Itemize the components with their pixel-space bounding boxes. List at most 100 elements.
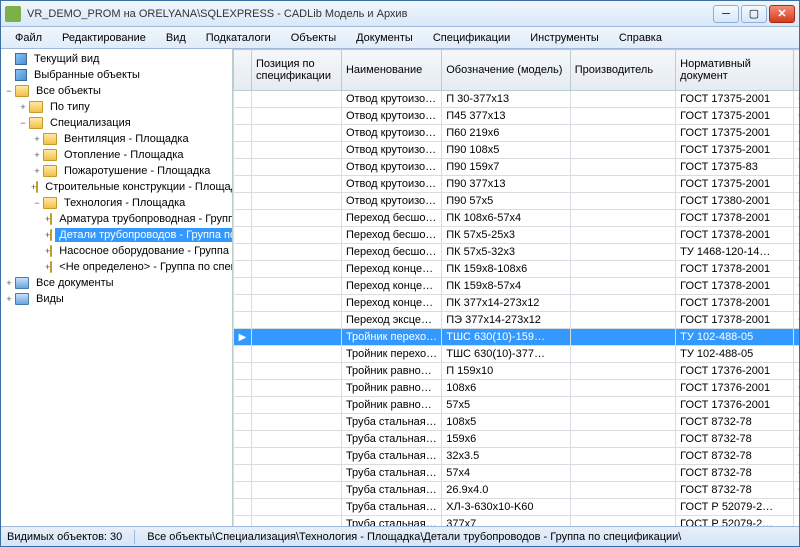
row-selector[interactable] bbox=[234, 108, 252, 125]
cell[interactable]: 09Г2С bbox=[794, 261, 799, 278]
cell[interactable]: ХЛ-3-630x10-K60 bbox=[442, 499, 571, 516]
cell[interactable]: 09Г2С bbox=[794, 312, 799, 329]
row-selector[interactable] bbox=[234, 295, 252, 312]
table-row[interactable]: Отвод крутоизо…П90 108x5ГОСТ 17375-20010… bbox=[234, 142, 800, 159]
cell[interactable]: ПК 377x14-273x12 bbox=[442, 295, 571, 312]
table-row[interactable]: Отвод крутоизо…П60 219x6ГОСТ 17375-20010… bbox=[234, 125, 800, 142]
table-row[interactable]: Отвод крутоизо…П90 377x13ГОСТ 17375-2001… bbox=[234, 176, 800, 193]
data-grid[interactable]: Позиция по спецификации Наименование Обо… bbox=[233, 49, 799, 526]
cell[interactable]: Тройник равноп… bbox=[341, 380, 441, 397]
row-selector[interactable] bbox=[234, 210, 252, 227]
cell[interactable]: 32x3.5 bbox=[442, 448, 571, 465]
cell[interactable] bbox=[570, 125, 675, 142]
cell[interactable]: ГОСТ 17378-2001 bbox=[676, 312, 794, 329]
menu-edit[interactable]: Редактирование bbox=[54, 29, 154, 47]
tree-expander[interactable]: + bbox=[31, 134, 43, 144]
cell[interactable]: 09Г2С bbox=[794, 227, 799, 244]
table-row[interactable]: Тройник перехо…ТШС 630(10)-377…ТУ 102-48… bbox=[234, 346, 800, 363]
cell[interactable]: Переход конце… bbox=[341, 278, 441, 295]
cell[interactable]: Переход эксце… bbox=[341, 312, 441, 329]
cell[interactable]: ГОСТ 17375-2001 bbox=[676, 108, 794, 125]
row-selector[interactable] bbox=[234, 244, 252, 261]
cell[interactable]: Тройник перехо… bbox=[341, 329, 441, 346]
cell[interactable]: ГОСТ Р 52079-2… bbox=[676, 499, 794, 516]
cell[interactable]: ПК 108x6-57x4 bbox=[442, 210, 571, 227]
cell[interactable]: Отвод крутоизо… bbox=[341, 176, 441, 193]
cell[interactable]: П45 377x13 bbox=[442, 108, 571, 125]
row-selector[interactable] bbox=[234, 431, 252, 448]
cell[interactable] bbox=[570, 244, 675, 261]
cell[interactable]: ТШС 630(10)-377… bbox=[442, 346, 571, 363]
close-button[interactable]: ✕ bbox=[769, 5, 795, 23]
cell[interactable]: 57x5 bbox=[442, 397, 571, 414]
cell[interactable] bbox=[570, 261, 675, 278]
cell[interactable]: ГОСТ 17378-2001 bbox=[676, 210, 794, 227]
table-row[interactable]: Отвод крутоизо…П90 57x5ГОСТ 17380-200109… bbox=[234, 193, 800, 210]
cell[interactable]: Переход бесшо… bbox=[341, 210, 441, 227]
table-row[interactable]: Тройник равноп…57x5ГОСТ 17376-200109Г2СГ… bbox=[234, 397, 800, 414]
row-selector[interactable] bbox=[234, 159, 252, 176]
cell[interactable]: Переход бесшо… bbox=[341, 244, 441, 261]
cell[interactable]: ГОСТ 17380-2001 bbox=[676, 193, 794, 210]
tree-item-struct[interactable]: Строительные конструкции - Площадка bbox=[41, 180, 233, 194]
cell[interactable]: 377x7 bbox=[442, 516, 571, 527]
cell[interactable]: П90 108x5 bbox=[442, 142, 571, 159]
cell[interactable]: ГОСТ 8732-78 bbox=[676, 431, 794, 448]
cell[interactable]: Отвод крутоизо… bbox=[341, 91, 441, 108]
row-selector[interactable] bbox=[234, 278, 252, 295]
row-selector[interactable] bbox=[234, 91, 252, 108]
row-selector[interactable] bbox=[234, 465, 252, 482]
menu-help[interactable]: Справка bbox=[611, 29, 670, 47]
column-norm-doc[interactable]: Нормативный документ bbox=[676, 50, 794, 91]
cell[interactable]: 26.9x4.0 bbox=[442, 482, 571, 499]
cell[interactable]: 10Г2СФБ bbox=[794, 346, 799, 363]
table-row[interactable]: Отвод крутоизо…П45 377x13ГОСТ 17375-2001… bbox=[234, 108, 800, 125]
cell[interactable] bbox=[251, 312, 341, 329]
cell[interactable] bbox=[251, 91, 341, 108]
cell[interactable] bbox=[251, 278, 341, 295]
cell[interactable]: Отвод крутоизо… bbox=[341, 142, 441, 159]
cell[interactable]: ГОСТ 17376-2001 bbox=[676, 397, 794, 414]
cell[interactable]: ПК 57x5-25x3 bbox=[442, 227, 571, 244]
cell[interactable] bbox=[570, 516, 675, 527]
tree-item-selected[interactable]: Выбранные объекты bbox=[30, 68, 144, 82]
cell[interactable]: П90 377x13 bbox=[442, 176, 571, 193]
cell[interactable]: Отвод крутоизо… bbox=[341, 125, 441, 142]
cell[interactable] bbox=[251, 125, 341, 142]
cell[interactable]: ГОСТ 17375-2001 bbox=[676, 142, 794, 159]
cell[interactable]: 09Г2С bbox=[794, 244, 799, 261]
table-row[interactable]: Труба стальная …108x5ГОСТ 8732-7809Г2СГО… bbox=[234, 414, 800, 431]
cell[interactable]: ТУ 102-488-05 bbox=[676, 329, 794, 346]
cell[interactable]: ГОСТ 17378-2001 bbox=[676, 261, 794, 278]
cell[interactable] bbox=[570, 176, 675, 193]
cell[interactable] bbox=[251, 142, 341, 159]
cell[interactable] bbox=[570, 193, 675, 210]
menu-tools[interactable]: Инструменты bbox=[522, 29, 607, 47]
row-selector[interactable] bbox=[234, 516, 252, 527]
cell[interactable] bbox=[570, 363, 675, 380]
tree-item-pipe-details[interactable]: Детали трубопроводов - Группа по спец bbox=[55, 228, 233, 242]
cell[interactable]: 09Г2С bbox=[794, 363, 799, 380]
cell[interactable]: П 30-377x13 bbox=[442, 91, 571, 108]
cell[interactable] bbox=[570, 448, 675, 465]
cell[interactable] bbox=[570, 312, 675, 329]
cell[interactable]: П60 219x6 bbox=[442, 125, 571, 142]
cell[interactable] bbox=[570, 499, 675, 516]
tree-item-heat[interactable]: Отопление - Площадка bbox=[60, 148, 188, 162]
cell[interactable] bbox=[251, 227, 341, 244]
table-row[interactable]: ▶Тройник перехо…ТШС 630(10)-159…ТУ 102-4… bbox=[234, 329, 800, 346]
cell[interactable]: 09Г2С bbox=[794, 295, 799, 312]
cell[interactable] bbox=[251, 414, 341, 431]
grid-pane[interactable]: Позиция по спецификации Наименование Обо… bbox=[233, 49, 799, 526]
cell[interactable] bbox=[570, 397, 675, 414]
cell[interactable] bbox=[570, 431, 675, 448]
cell[interactable] bbox=[570, 108, 675, 125]
tree-item-pump[interactable]: Насосное оборудование - Группа по спе bbox=[55, 244, 233, 258]
cell[interactable] bbox=[251, 363, 341, 380]
table-row[interactable]: Тройник равноп…П 159x10ГОСТ 17376-200109… bbox=[234, 363, 800, 380]
cell[interactable]: 159x6 bbox=[442, 431, 571, 448]
cell[interactable] bbox=[251, 261, 341, 278]
menu-file[interactable]: Файл bbox=[7, 29, 50, 47]
cell[interactable]: Труба стальная … bbox=[341, 414, 441, 431]
cell[interactable] bbox=[570, 159, 675, 176]
